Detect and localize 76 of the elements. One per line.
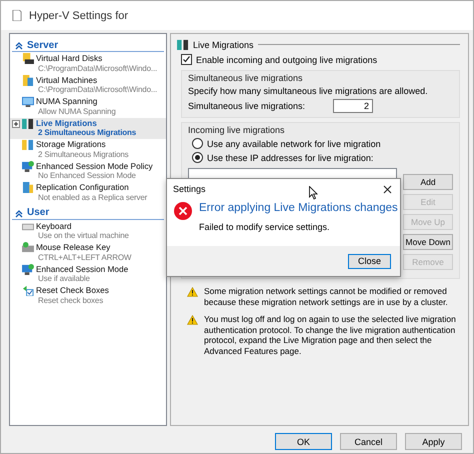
dialog-button[interactable]: OK: [275, 433, 332, 450]
document-icon: [11, 10, 23, 21]
group-title: Incoming live migrations: [188, 125, 286, 135]
radio-label: Use any available network for live migration: [207, 138, 381, 148]
radio-button[interactable]: [192, 138, 203, 149]
window-title: Hyper-V Settings for: [29, 10, 128, 22]
close-icon[interactable]: [383, 184, 392, 194]
item-detail: Reset check boxes: [37, 296, 104, 306]
keyboard-icon: [22, 242, 34, 253]
monitor-icon: [22, 160, 34, 172]
list-button[interactable]: Move Down: [403, 234, 453, 250]
item-detail: 2 Simultaneous Migrations: [37, 128, 136, 138]
tree-item[interactable]: Enhanced Session Mode Use if available: [10, 264, 166, 285]
warning-text: Some migration network settings cannot be modified or removed because these migration network settings are in use by a cluster.: [204, 286, 449, 307]
number-field[interactable]: 2: [333, 99, 373, 113]
section-header: Server: [27, 40, 58, 50]
monitor-icon: [22, 96, 34, 107]
group-title: Simultaneous live migrations: [188, 73, 304, 83]
item-name: Virtual Hard Disks: [36, 53, 102, 64]
item-name: Virtual Machines: [36, 74, 98, 85]
item-detail: CTRL+ALT+LEFT ARROW: [37, 252, 132, 263]
server-icon: [22, 74, 34, 86]
radio-label: Use these IP addresses for live migration:: [207, 152, 374, 162]
item-name: Enhanced Session Mode Policy: [36, 160, 153, 171]
item-detail: 2 Simultaneous Migrations: [37, 150, 129, 160]
close-button[interactable]: Close: [348, 254, 391, 268]
item-name: NUMA Spanning: [36, 96, 98, 106]
tree-item[interactable]: Reset Check Boxes Reset check boxes: [10, 285, 166, 306]
error-message: Failed to modify service settings.: [199, 222, 331, 232]
item-name: Enhanced Session Mode: [36, 264, 128, 274]
servers-icon: [22, 118, 34, 128]
servers-icon: [22, 139, 34, 150]
error-heading: Error applying Live Migrations changes: [199, 202, 398, 214]
list-button[interactable]: Add: [403, 174, 453, 190]
dialog-title: Settings: [173, 184, 206, 194]
radio-button[interactable]: [192, 152, 203, 163]
checkbox-label: Enable incoming and outgoing live migrations: [196, 54, 378, 64]
tree-item[interactable]: Enhanced Session Mode Policy No Enhanced Session Mode: [10, 160, 166, 182]
item-name: Mouse Release Key: [36, 242, 110, 252]
tree-item[interactable]: Virtual Machines C:\ProgramData\Microsoft\Windo...: [10, 74, 166, 96]
tree-item[interactable]: Virtual Hard Disks C:\ProgramData\Microsoft\Windo...: [10, 53, 166, 74]
checkbox-icon: [22, 285, 34, 296]
checkbox[interactable]: [181, 54, 192, 65]
item-detail: No Enhanced Session Mode: [37, 171, 136, 182]
monitor-icon: [22, 264, 34, 274]
tree-item[interactable]: Keyboard Use on the virtual machine: [10, 220, 166, 242]
tree-item[interactable]: Storage Migrations 2 Simultaneous Migrations: [10, 139, 166, 160]
section-header: User: [27, 207, 50, 218]
tree-item[interactable]: Live Migrations 2 Simultaneous Migrations: [10, 118, 166, 139]
error-icon: [174, 202, 192, 220]
tree-item[interactable]: NUMA Spanning Allow NUMA Spanning: [10, 96, 166, 118]
drive-icon: [22, 53, 34, 64]
item-detail: Use on the virtual machine: [37, 231, 129, 242]
description-text: Specify how many simultaneous live migrations are allowed.: [188, 86, 429, 96]
item-detail: C:\ProgramData\Microsoft\Windo...: [37, 64, 158, 74]
tree-item[interactable]: Replication Configuration Not enabled as a Replica server: [10, 182, 166, 204]
warning-icon: [187, 315, 198, 325]
cursor-icon: [309, 186, 318, 200]
item-name: Live Migrations: [36, 118, 97, 128]
dialog-button[interactable]: Apply: [405, 433, 462, 450]
tree-item[interactable]: Mouse Release Key CTRL+ALT+LEFT ARROW: [10, 242, 166, 264]
item-detail: Allow NUMA Spanning: [37, 106, 116, 117]
item-detail: Not enabled as a Replica server: [37, 192, 148, 203]
item-name: Replication Configuration: [36, 182, 129, 192]
item-name: Reset Check Boxes: [36, 285, 109, 296]
page-title: Live Migrations: [193, 40, 254, 50]
warning-text: You must log off and log on again to use the selected live migration authentication protocol. To change the live migration authentication protocol, expand the Live Migration page and then select the Advanced Features page.: [204, 314, 457, 356]
item-name: Storage Migrations: [36, 139, 106, 150]
warning-icon: [187, 287, 198, 297]
item-name: Keyboard: [36, 220, 72, 231]
item-detail: Use if available: [37, 274, 90, 284]
item-detail: C:\ProgramData\Microsoft\Windo...: [37, 85, 158, 96]
field-label: Simultaneous live migrations:: [188, 101, 306, 111]
servers-icon: [177, 39, 189, 50]
server-icon: [22, 182, 34, 193]
dialog-button[interactable]: Cancel: [340, 433, 397, 450]
